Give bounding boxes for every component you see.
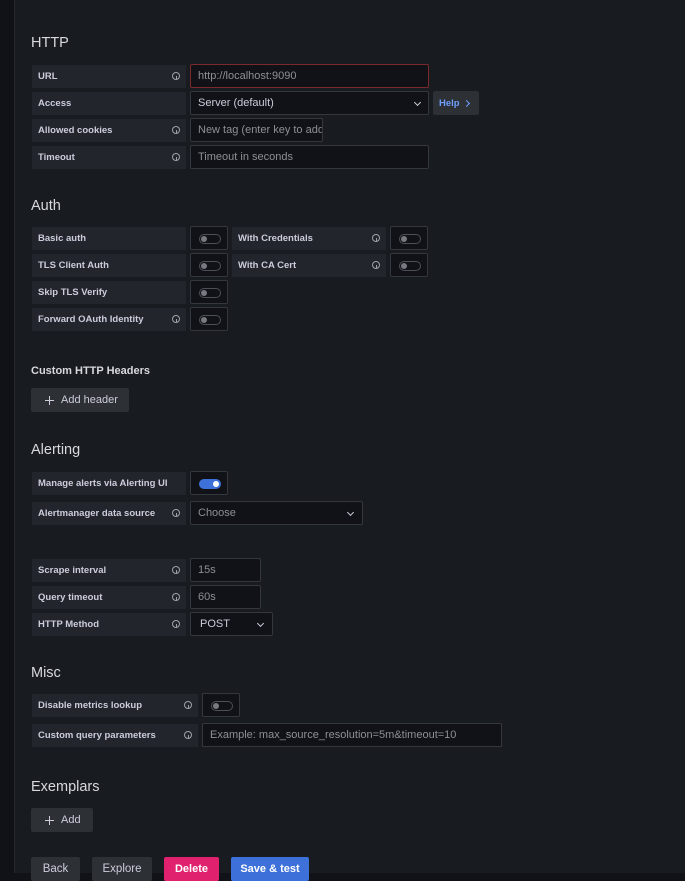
basic-auth-label: Basic auth (31, 226, 187, 251)
forward-oauth-toggle[interactable] (190, 307, 228, 331)
access-select[interactable]: Server (default) (190, 91, 429, 115)
tls-client-auth-label: TLS Client Auth (31, 253, 187, 278)
disable-metrics-label: Disable metrics lookup (31, 693, 199, 718)
with-ca-cert-toggle[interactable] (390, 253, 428, 277)
allowed-cookies-input[interactable]: New tag (enter key to add (190, 118, 323, 142)
http-section-title: HTTP (31, 35, 69, 51)
custom-headers-title: Custom HTTP Headers (31, 365, 150, 377)
plus-icon (45, 815, 54, 825)
timeout-input[interactable]: Timeout in seconds (190, 145, 429, 169)
info-icon[interactable] (372, 261, 380, 269)
info-icon[interactable] (172, 126, 180, 134)
info-icon[interactable] (184, 731, 192, 739)
skip-tls-toggle[interactable] (190, 280, 228, 304)
plus-icon (45, 395, 54, 405)
help-button[interactable]: Help (433, 91, 479, 115)
allowed-cookies-label: Allowed cookies (31, 118, 187, 143)
manage-alerts-toggle[interactable] (190, 471, 228, 495)
manage-alerts-label: Manage alerts via Alerting UI (31, 471, 187, 496)
skip-tls-label: Skip TLS Verify (31, 280, 187, 305)
chevron-down-icon (346, 508, 355, 517)
alertmanager-source-label: Alertmanager data source (31, 501, 187, 526)
with-credentials-label: With Credentials (231, 226, 387, 251)
info-icon[interactable] (172, 509, 180, 517)
query-timeout-input[interactable]: 60s (190, 585, 261, 609)
custom-query-params-input[interactable]: Example: max_source_resolution=5m&timeou… (202, 723, 502, 747)
access-label: Access (31, 91, 187, 116)
misc-section-title: Misc (31, 665, 61, 681)
with-credentials-toggle[interactable] (390, 226, 428, 250)
basic-auth-toggle[interactable] (190, 226, 228, 250)
info-icon[interactable] (172, 620, 180, 628)
chevron-down-icon (256, 619, 265, 628)
http-method-label: HTTP Method (31, 612, 187, 637)
info-icon[interactable] (172, 593, 180, 601)
timeout-label: Timeout (31, 145, 187, 170)
url-label: URL (31, 64, 187, 89)
save-test-button[interactable]: Save & test (231, 857, 309, 881)
back-button[interactable]: Back (31, 857, 80, 881)
delete-button[interactable]: Delete (164, 857, 219, 881)
explore-button[interactable]: Explore (92, 857, 152, 881)
tls-client-auth-toggle[interactable] (190, 253, 228, 277)
scrape-interval-input[interactable]: 15s (190, 558, 261, 582)
info-icon[interactable] (172, 153, 180, 161)
add-exemplar-button[interactable]: Add (31, 808, 93, 832)
exemplars-section-title: Exemplars (31, 779, 100, 795)
info-icon[interactable] (172, 315, 180, 323)
info-icon[interactable] (184, 701, 192, 709)
chevron-right-icon (462, 99, 471, 108)
url-input[interactable]: http://localhost:9090 (190, 64, 429, 88)
query-timeout-label: Query timeout (31, 585, 187, 610)
chevron-down-icon (413, 98, 422, 107)
info-icon[interactable] (372, 234, 380, 242)
custom-query-params-label: Custom query parameters (31, 723, 199, 748)
auth-section-title: Auth (31, 198, 61, 214)
with-ca-cert-label: With CA Cert (231, 253, 387, 278)
alerting-section-title: Alerting (31, 442, 81, 458)
http-method-select[interactable]: POST (190, 612, 273, 636)
info-icon[interactable] (172, 566, 180, 574)
scrape-interval-label: Scrape interval (31, 558, 187, 583)
alertmanager-source-select[interactable]: Choose (190, 501, 363, 525)
disable-metrics-toggle[interactable] (202, 693, 240, 717)
info-icon[interactable] (172, 72, 180, 80)
add-header-button[interactable]: Add header (31, 388, 129, 412)
forward-oauth-label: Forward OAuth Identity (31, 307, 187, 332)
